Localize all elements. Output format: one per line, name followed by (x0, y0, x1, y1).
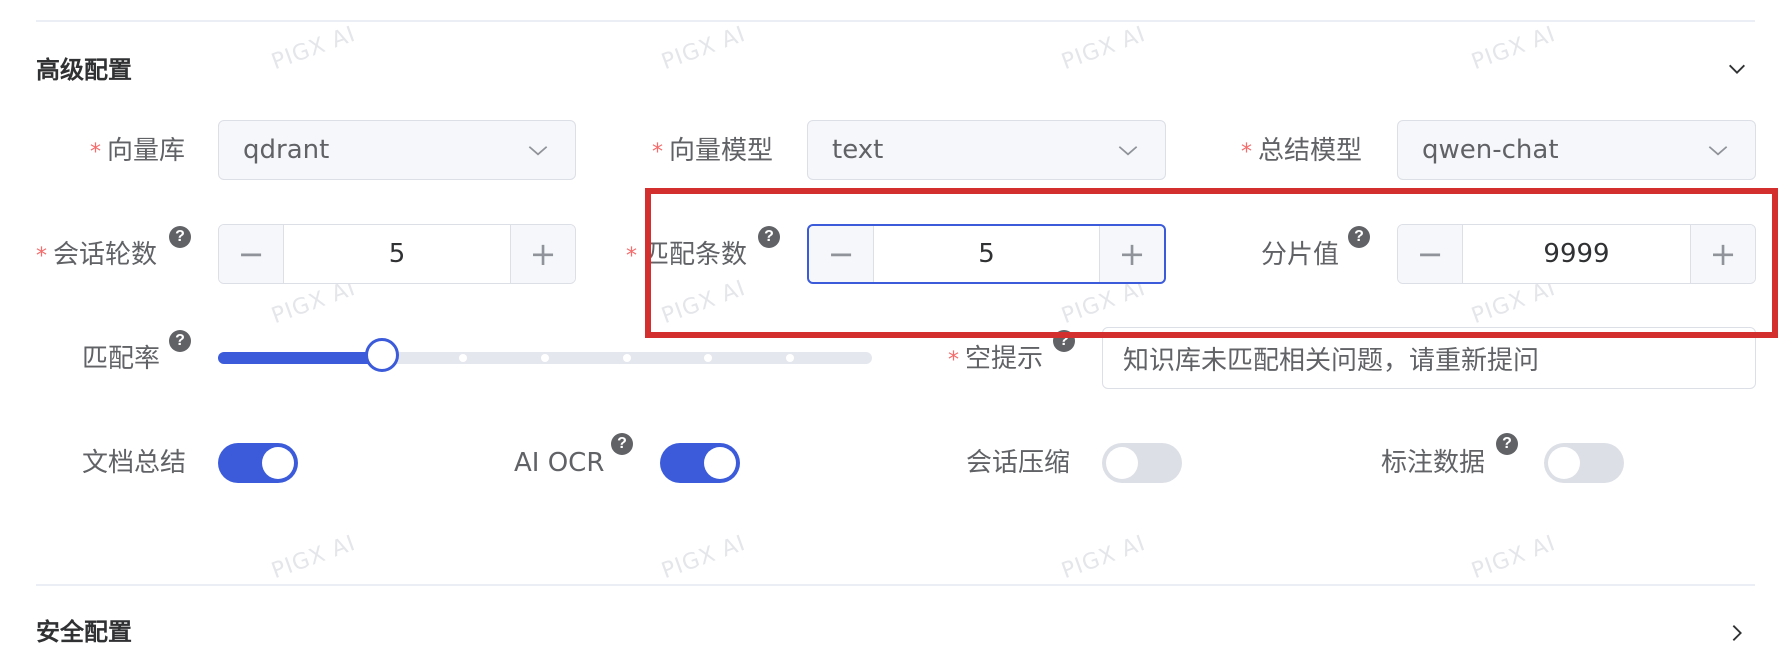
match-count-value[interactable]: 5 (874, 226, 1099, 282)
switch-knob (1106, 447, 1138, 479)
chat-compress-label: 会话压缩 (966, 448, 1071, 478)
slider-stop (786, 354, 794, 362)
slider-fill (218, 352, 382, 364)
vector-db-value: qdrant (243, 135, 330, 165)
summary-model-value: qwen-chat (1422, 135, 1559, 165)
empty-hint-input[interactable]: 知识库未匹配相关问题，请重新提问 (1102, 327, 1756, 389)
slider-stop (459, 354, 467, 362)
chunk-size-value[interactable]: 9999 (1463, 225, 1690, 283)
chevron-down-icon[interactable] (1726, 58, 1748, 80)
question-circle-icon[interactable]: ? (169, 330, 191, 352)
switch-knob (262, 447, 294, 479)
chevron-down-icon (1115, 137, 1141, 163)
chunk-size-stepper[interactable]: − 9999 + (1397, 224, 1756, 284)
slider-stop (623, 354, 631, 362)
increment-button[interactable]: + (1099, 226, 1164, 282)
match-rate-slider[interactable] (218, 338, 872, 372)
slider-handle[interactable] (365, 338, 399, 372)
empty-hint-label: * 空提示 (948, 344, 1044, 374)
switch-knob (1548, 447, 1580, 479)
question-circle-icon[interactable]: ? (1053, 330, 1075, 352)
chunk-size-label: 分片值 (1261, 240, 1340, 270)
decrement-button[interactable]: − (219, 225, 284, 283)
question-circle-icon[interactable]: ? (169, 226, 191, 248)
question-circle-icon[interactable]: ? (1348, 226, 1370, 248)
vector-model-value: text (832, 135, 884, 165)
doc-summary-label: 文档总结 (82, 448, 187, 478)
match-rate-label: 匹配率 (82, 344, 161, 374)
watermark: PIGX AI (1058, 21, 1150, 76)
match-count-label: * 匹配条数 (626, 240, 748, 270)
watermark: PIGX AI (1058, 530, 1150, 585)
question-circle-icon[interactable]: ? (611, 433, 633, 455)
watermark: PIGX AI (268, 530, 360, 585)
slider-stop (541, 354, 549, 362)
watermark: PIGX AI (1468, 530, 1560, 585)
increment-button[interactable]: + (510, 225, 575, 283)
top-divider (36, 20, 1755, 22)
security-config-title[interactable]: 安全配置 (36, 620, 132, 644)
vector-db-label: * 向量库 (90, 136, 186, 166)
chat-rounds-value[interactable]: 5 (284, 225, 510, 283)
vector-model-select[interactable]: text (807, 120, 1166, 180)
chevron-down-icon (1705, 137, 1731, 163)
vector-model-label: * 向量模型 (652, 136, 774, 166)
vector-db-select[interactable]: qdrant (218, 120, 576, 180)
watermark: PIGX AI (658, 21, 750, 76)
annotate-label: 标注数据 (1381, 448, 1486, 478)
advanced-config-title[interactable]: 高级配置 (36, 58, 132, 82)
decrement-button[interactable]: − (809, 226, 874, 282)
chat-rounds-stepper[interactable]: − 5 + (218, 224, 576, 284)
chevron-down-icon (525, 137, 551, 163)
increment-button[interactable]: + (1690, 225, 1755, 283)
question-circle-icon[interactable]: ? (1496, 433, 1518, 455)
ai-ocr-switch[interactable] (660, 443, 740, 483)
switch-knob (704, 447, 736, 479)
watermark: PIGX AI (658, 275, 750, 330)
watermark: PIGX AI (658, 530, 750, 585)
summary-model-select[interactable]: qwen-chat (1397, 120, 1756, 180)
decrement-button[interactable]: − (1398, 225, 1463, 283)
slider-stop (704, 354, 712, 362)
ai-ocr-label: AI OCR (514, 448, 605, 478)
chat-rounds-label: * 会话轮数 (36, 240, 158, 270)
watermark: PIGX AI (268, 21, 360, 76)
watermark: PIGX AI (1468, 21, 1560, 76)
annotate-switch[interactable] (1544, 443, 1624, 483)
doc-summary-switch[interactable] (218, 443, 298, 483)
section-divider (36, 584, 1755, 586)
summary-model-label: * 总结模型 (1241, 136, 1363, 166)
empty-hint-value: 知识库未匹配相关问题，请重新提问 (1123, 345, 1540, 376)
question-circle-icon[interactable]: ? (758, 226, 780, 248)
chat-compress-switch[interactable] (1102, 443, 1182, 483)
match-count-stepper[interactable]: − 5 + (807, 224, 1166, 284)
chevron-right-icon[interactable] (1726, 622, 1748, 644)
